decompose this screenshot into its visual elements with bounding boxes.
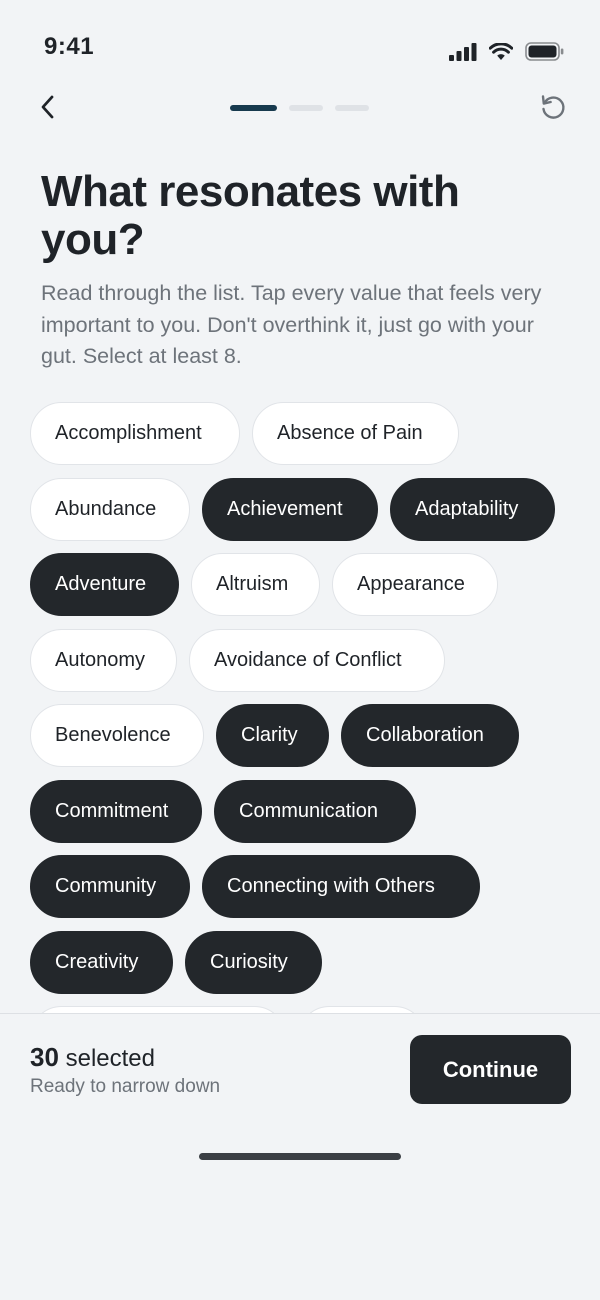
page-subtitle: Read through the list. Tap every value t… (41, 281, 542, 368)
value-chip[interactable]: Clarity (216, 704, 329, 767)
chip-row: Adventure Altruism Appearance (30, 553, 575, 616)
progress-indicator (230, 105, 369, 111)
chip-row: Commitment Communication (30, 779, 575, 843)
value-chip[interactable]: Avoidance of Conflict (189, 628, 445, 692)
chevron-left-icon (39, 94, 55, 125)
continue-button[interactable]: Continue (410, 1035, 571, 1104)
nav-bar (0, 84, 600, 134)
chip-row: Abundance Achievement Adaptability (30, 477, 575, 541)
value-chip[interactable]: Autonomy (30, 628, 177, 692)
values-list: Accomplishment Absence of Pain Abundance Ac… (30, 402, 575, 1014)
reset-button[interactable] (536, 92, 570, 126)
chip-row: Benevolence Clarity Collaboration (30, 704, 575, 767)
reset-icon (538, 92, 568, 127)
value-chip[interactable]: Absence of Pain (252, 402, 459, 465)
status-bar: 9:41 (0, 0, 600, 96)
selected-count-suffix: selected (58, 1045, 155, 1072)
value-chip[interactable]: Connecting with Others (202, 855, 480, 918)
value-chip[interactable]: Accomplishment (30, 402, 240, 465)
selected-count: 30 selected (30, 1042, 155, 1073)
value-chip[interactable]: Community (30, 855, 190, 918)
status-time: 9:41 (44, 33, 95, 60)
back-button[interactable] (30, 92, 64, 126)
battery-icon (525, 42, 565, 66)
value-chip[interactable]: Benevolence (30, 704, 204, 767)
status-icons (449, 41, 565, 66)
chip-row: Creativity Curiosity (30, 930, 575, 994)
value-chip[interactable]: Adaptability (390, 477, 555, 541)
value-chip[interactable]: Communication (214, 779, 416, 843)
value-chip[interactable]: Commitment (30, 779, 202, 843)
header: What resonates with you? Read through th… (41, 168, 561, 373)
wifi-icon (488, 41, 514, 66)
footer-bar: 30 selected Ready to narrow down Continu… (0, 1013, 600, 1300)
chip-row: Community Connecting with Others (30, 855, 575, 918)
progress-step-3 (335, 105, 369, 111)
value-chip[interactable]: Achievement (202, 477, 378, 541)
chip-row: Autonomy Avoidance of Conflict (30, 628, 575, 692)
selected-count-number: 30 (30, 1042, 59, 1072)
value-chip[interactable]: Adventure (30, 553, 179, 616)
value-chip[interactable]: Abundance (30, 477, 190, 541)
home-indicator (199, 1153, 401, 1160)
chip-row: Accomplishment Absence of Pain (30, 402, 575, 465)
value-chip[interactable]: Altruism (191, 553, 320, 616)
progress-step-1 (230, 105, 277, 111)
value-chip[interactable]: Collaboration (341, 704, 519, 767)
value-chip[interactable]: Curiosity (185, 930, 322, 994)
value-chip[interactable]: Appearance (332, 553, 498, 616)
selection-status-text: Ready to narrow down (30, 1076, 221, 1097)
progress-step-2 (289, 105, 323, 111)
cellular-signal-icon (449, 42, 477, 66)
page-title: What resonates with you? (41, 167, 460, 264)
value-chip[interactable]: Creativity (30, 930, 173, 994)
